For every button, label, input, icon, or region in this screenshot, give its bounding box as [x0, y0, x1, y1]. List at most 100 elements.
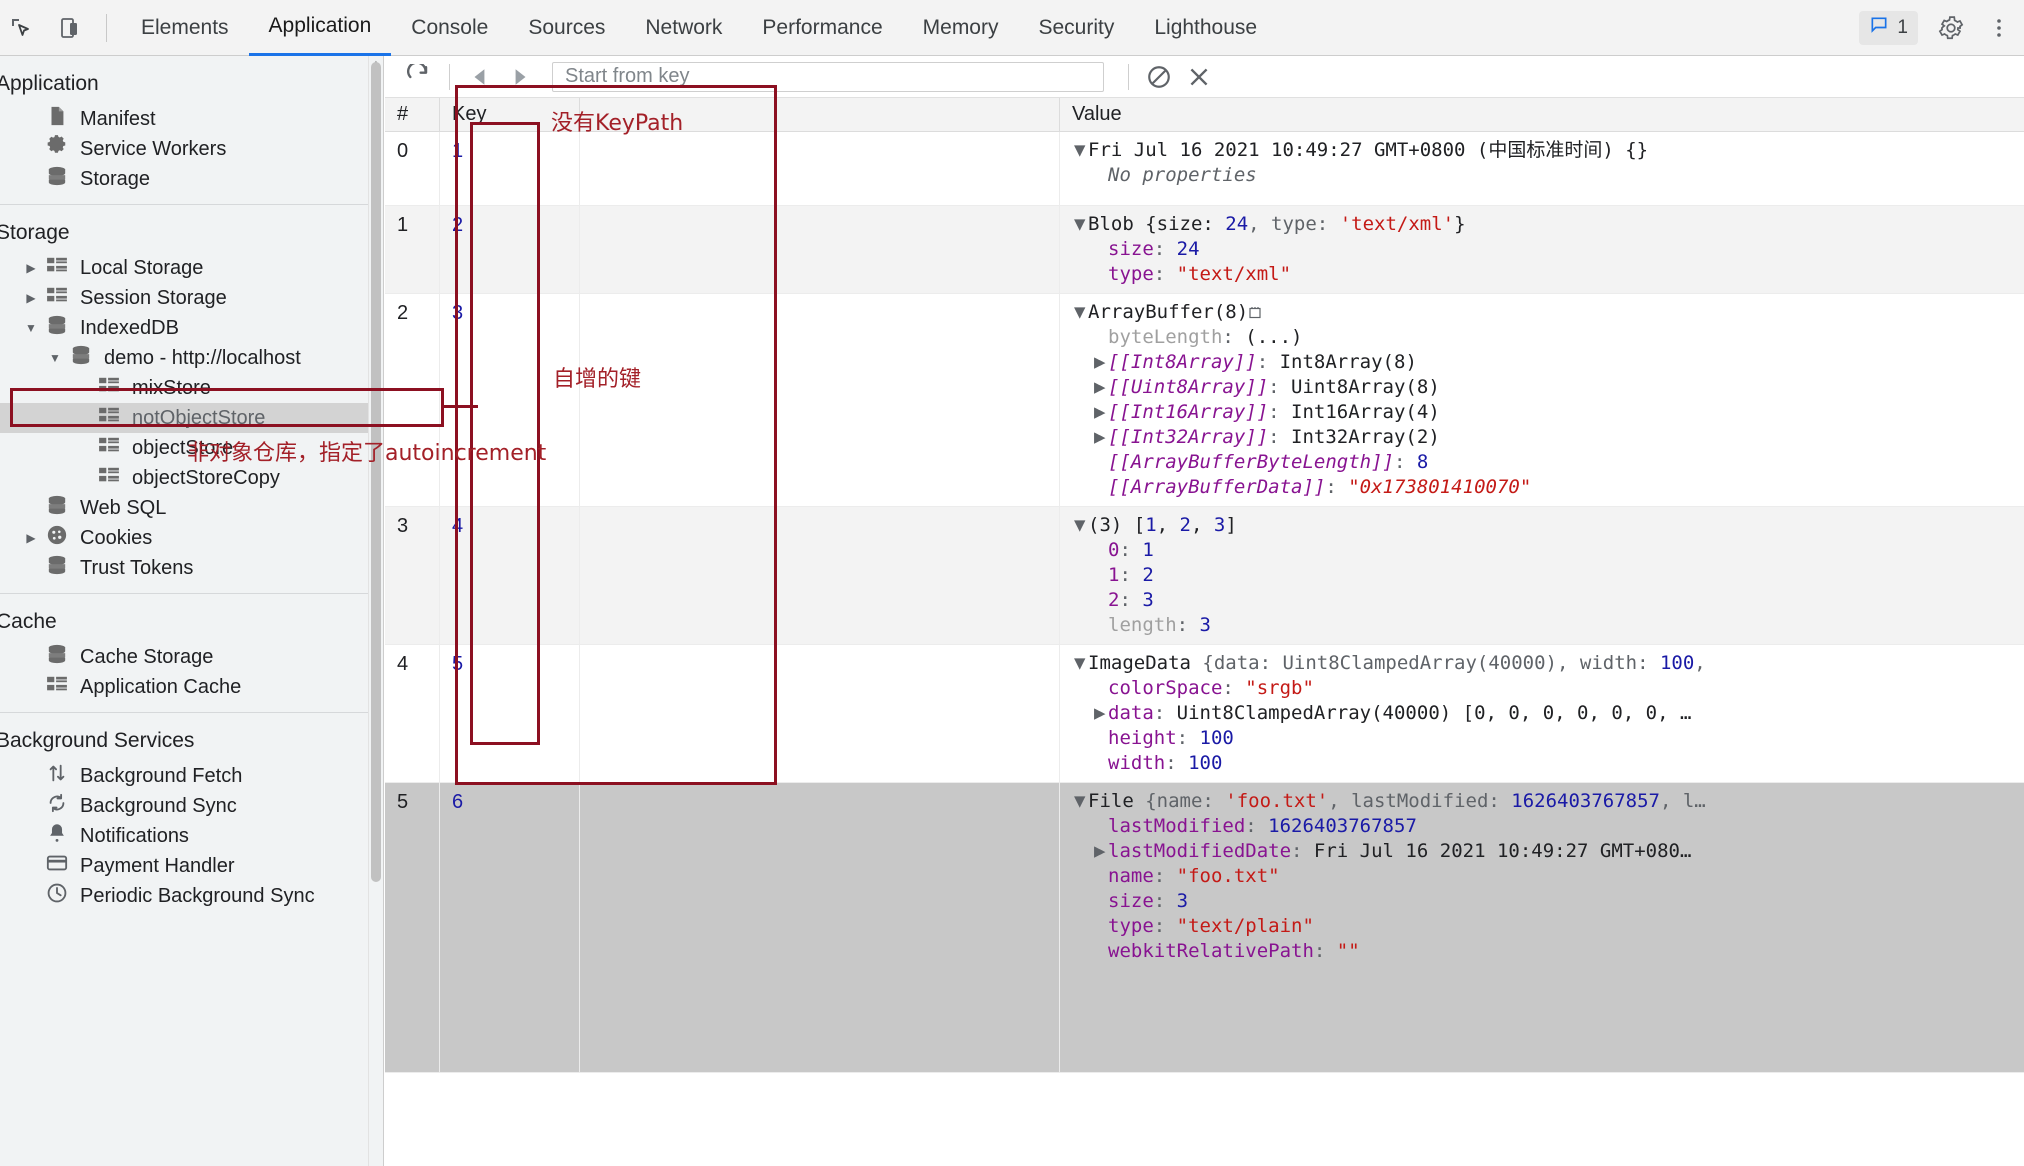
sidebar-item-service-workers[interactable]: Service Workers [0, 134, 383, 164]
value-object-tree[interactable]: ▼ ArrayBuffer(8) byteLength: (...) ▶ [[Int8A… [1074, 300, 2024, 500]
tab-console[interactable]: Console [391, 0, 508, 56]
message-count-badge[interactable]: 1 [1859, 11, 1918, 45]
table-row[interactable]: 2 3 ▼ ArrayBuffer(8) byteLength: (...) ▶ [[Int… [385, 294, 2024, 507]
chevron-right-icon[interactable]: ▶ [20, 261, 42, 275]
cell-key[interactable]: 1 [440, 132, 580, 205]
sidebar-item-objectstore[interactable]: objectStore [0, 433, 383, 463]
tab-security[interactable]: Security [1018, 0, 1134, 56]
sidebar-item-mixstore[interactable]: mixStore [0, 373, 383, 403]
cell-value[interactable]: ▼ File {name: 'foo.txt', lastModified: 16… [1060, 783, 2024, 1072]
chevron-down-icon[interactable]: ▼ [44, 351, 66, 365]
delete-selected-icon[interactable] [1179, 61, 1219, 93]
chevron-right-icon[interactable]: ▶ [20, 291, 42, 305]
collapsed-triangle-icon[interactable]: ▶ [1094, 425, 1108, 450]
cell-value[interactable]: ▼ Blob {size: 24, type: 'text/xml'} size: … [1060, 206, 2024, 293]
table-icon [98, 406, 120, 430]
expanded-triangle-icon[interactable]: ▼ [1074, 789, 1088, 814]
value-object-tree[interactable]: ▼ Fri Jul 16 2021 10:49:27 GMT+0800 (中国标准… [1074, 138, 2024, 188]
inspect-icon[interactable] [4, 11, 38, 45]
expanded-triangle-icon[interactable]: ▼ [1074, 513, 1088, 538]
clear-objectstore-icon[interactable] [1139, 61, 1179, 93]
sidebar-item-notifications[interactable]: Notifications [0, 821, 383, 851]
sidebar-item-demo-http-localhost[interactable]: ▼ demo - http://localhost [0, 343, 383, 373]
gear-icon[interactable] [1936, 13, 1966, 43]
table-row[interactable]: 5 6 ▼ File {name: 'foo.txt', lastModified: … [385, 783, 2024, 1073]
tab-performance[interactable]: Performance [742, 0, 902, 56]
sidebar-item-storage[interactable]: Storage [0, 164, 383, 194]
cell-primary-key [580, 206, 1060, 293]
start-from-key-field[interactable] [563, 64, 1093, 89]
object-property: ▶ [[Int8Array]]: Int8Array(8) [1094, 350, 1417, 375]
refresh-icon[interactable] [399, 61, 439, 93]
property-key: size [1108, 890, 1154, 912]
cell-key[interactable]: 3 [440, 294, 580, 506]
collapsed-triangle-icon[interactable]: ▶ [1094, 375, 1108, 400]
sidebar-item-background-sync[interactable]: Background Sync [0, 791, 383, 821]
column-header-key[interactable]: Key [440, 98, 580, 132]
kebab-menu-icon[interactable] [1984, 13, 2014, 43]
sidebar-item-manifest[interactable]: Manifest [0, 104, 383, 134]
expanded-triangle-icon[interactable]: ▼ [1074, 138, 1088, 163]
sidebar-item-local-storage[interactable]: ▶ Local Storage [0, 253, 383, 283]
scrollbar-thumb[interactable] [371, 62, 381, 882]
value-object-tree[interactable]: ▼ ImageData {data: Uint8ClampedArray(4000… [1074, 651, 2024, 776]
table-row[interactable]: 4 5 ▼ ImageData {data: Uint8ClampedArray(40… [385, 645, 2024, 783]
tab-application[interactable]: Application [248, 0, 392, 56]
collapsed-triangle-icon[interactable]: ▶ [1094, 350, 1108, 375]
sidebar-item-cache-storage[interactable]: Cache Storage [0, 642, 383, 672]
chevron-down-icon[interactable]: ▼ [20, 321, 42, 335]
sidebar-item-session-storage[interactable]: ▶ Session Storage [0, 283, 383, 313]
object-header: ▼ ImageData {data: Uint8ClampedArray(4000… [1074, 651, 1706, 676]
cell-value[interactable]: ▼ ImageData {data: Uint8ClampedArray(4000… [1060, 645, 2024, 782]
sidebar-item-background-fetch[interactable]: Background Fetch [0, 761, 383, 791]
sidebar-item-indexeddb[interactable]: ▼ IndexedDB [0, 313, 383, 343]
sidebar-item-objectstorecopy[interactable]: objectStoreCopy [0, 463, 383, 493]
expanded-triangle-icon[interactable]: ▼ [1074, 212, 1088, 237]
cell-value[interactable]: ▼ Fri Jul 16 2021 10:49:27 GMT+0800 (中国标准… [1060, 132, 2024, 205]
table-row[interactable]: 3 4 ▼ (3) [1, 2, 3] 0: 1 1: 2 2: 3 length: 3 [385, 507, 2024, 645]
tab-sources[interactable]: Sources [508, 0, 625, 56]
cell-key[interactable]: 4 [440, 507, 580, 644]
expanded-triangle-icon[interactable]: ▼ [1074, 300, 1088, 325]
chevron-right-icon[interactable]: ▶ [20, 531, 42, 545]
previous-page-icon[interactable] [460, 61, 500, 93]
sidebar-scrollbar[interactable]: ▲ [368, 56, 383, 1166]
tab-memory[interactable]: Memory [903, 0, 1019, 56]
memory-inspector-icon[interactable] [1248, 302, 1262, 319]
cell-value[interactable]: ▼ (3) [1, 2, 3] 0: 1 1: 2 2: 3 length: 3 [1060, 507, 2024, 644]
table-icon [46, 675, 68, 699]
table-row[interactable]: 1 2 ▼ Blob {size: 24, type: 'text/xml'} size… [385, 206, 2024, 294]
collapsed-triangle-icon[interactable]: ▶ [1094, 400, 1108, 425]
collapsed-triangle-icon[interactable]: ▶ [1094, 839, 1108, 864]
table-row[interactable]: 0 1 ▼ Fri Jul 16 2021 10:49:27 GMT+0800 (中国… [385, 132, 2024, 206]
sidebar-item-notobjectstore[interactable]: notObjectStore [0, 403, 383, 433]
device-toolbar-icon[interactable] [52, 11, 86, 45]
cell-key[interactable]: 2 [440, 206, 580, 293]
value-object-tree[interactable]: ▼ (3) [1, 2, 3] 0: 1 1: 2 2: 3 length: 3 [1074, 513, 2024, 638]
cell-key[interactable]: 6 [440, 783, 580, 1072]
credit-card-icon [42, 853, 72, 879]
expanded-triangle-icon[interactable]: ▼ [1074, 651, 1088, 676]
collapsed-triangle-icon[interactable]: ▶ [1094, 701, 1108, 726]
sidebar-item-web-sql[interactable]: Web SQL [0, 493, 383, 523]
tab-elements[interactable]: Elements [121, 0, 249, 56]
sidebar-item-trust-tokens[interactable]: Trust Tokens [0, 553, 383, 583]
cell-key[interactable]: 5 [440, 645, 580, 782]
sidebar-item-cookies[interactable]: ▶ Cookies [0, 523, 383, 553]
tab-lighthouse[interactable]: Lighthouse [1134, 0, 1277, 56]
start-from-key-input[interactable] [552, 61, 1104, 92]
application-sidebar: Application Manifest Service Workers Storag… [0, 56, 384, 1166]
column-header-primary-key[interactable] [580, 98, 1060, 132]
cell-value[interactable]: ▼ ArrayBuffer(8) byteLength: (...) ▶ [[Int8A… [1060, 294, 2024, 506]
sidebar-item-application-cache[interactable]: Application Cache [0, 672, 383, 702]
sidebar-item-periodic-background-sync[interactable]: Periodic Background Sync [0, 881, 383, 911]
next-page-icon[interactable] [500, 61, 540, 93]
value-object-tree[interactable]: ▼ Blob {size: 24, type: 'text/xml'} size: … [1074, 212, 2024, 287]
column-header-value[interactable]: Value [1060, 98, 2024, 132]
column-header-index[interactable]: # [385, 98, 440, 132]
tab-network[interactable]: Network [625, 0, 742, 56]
sidebar-section-cache: Cache Cache Storage Application Cache [0, 593, 383, 712]
value-object-tree[interactable]: ▼ File {name: 'foo.txt', lastModified: 16… [1074, 789, 2024, 964]
sidebar-item-payment-handler[interactable]: Payment Handler [0, 851, 383, 881]
sync-icon [42, 792, 72, 820]
